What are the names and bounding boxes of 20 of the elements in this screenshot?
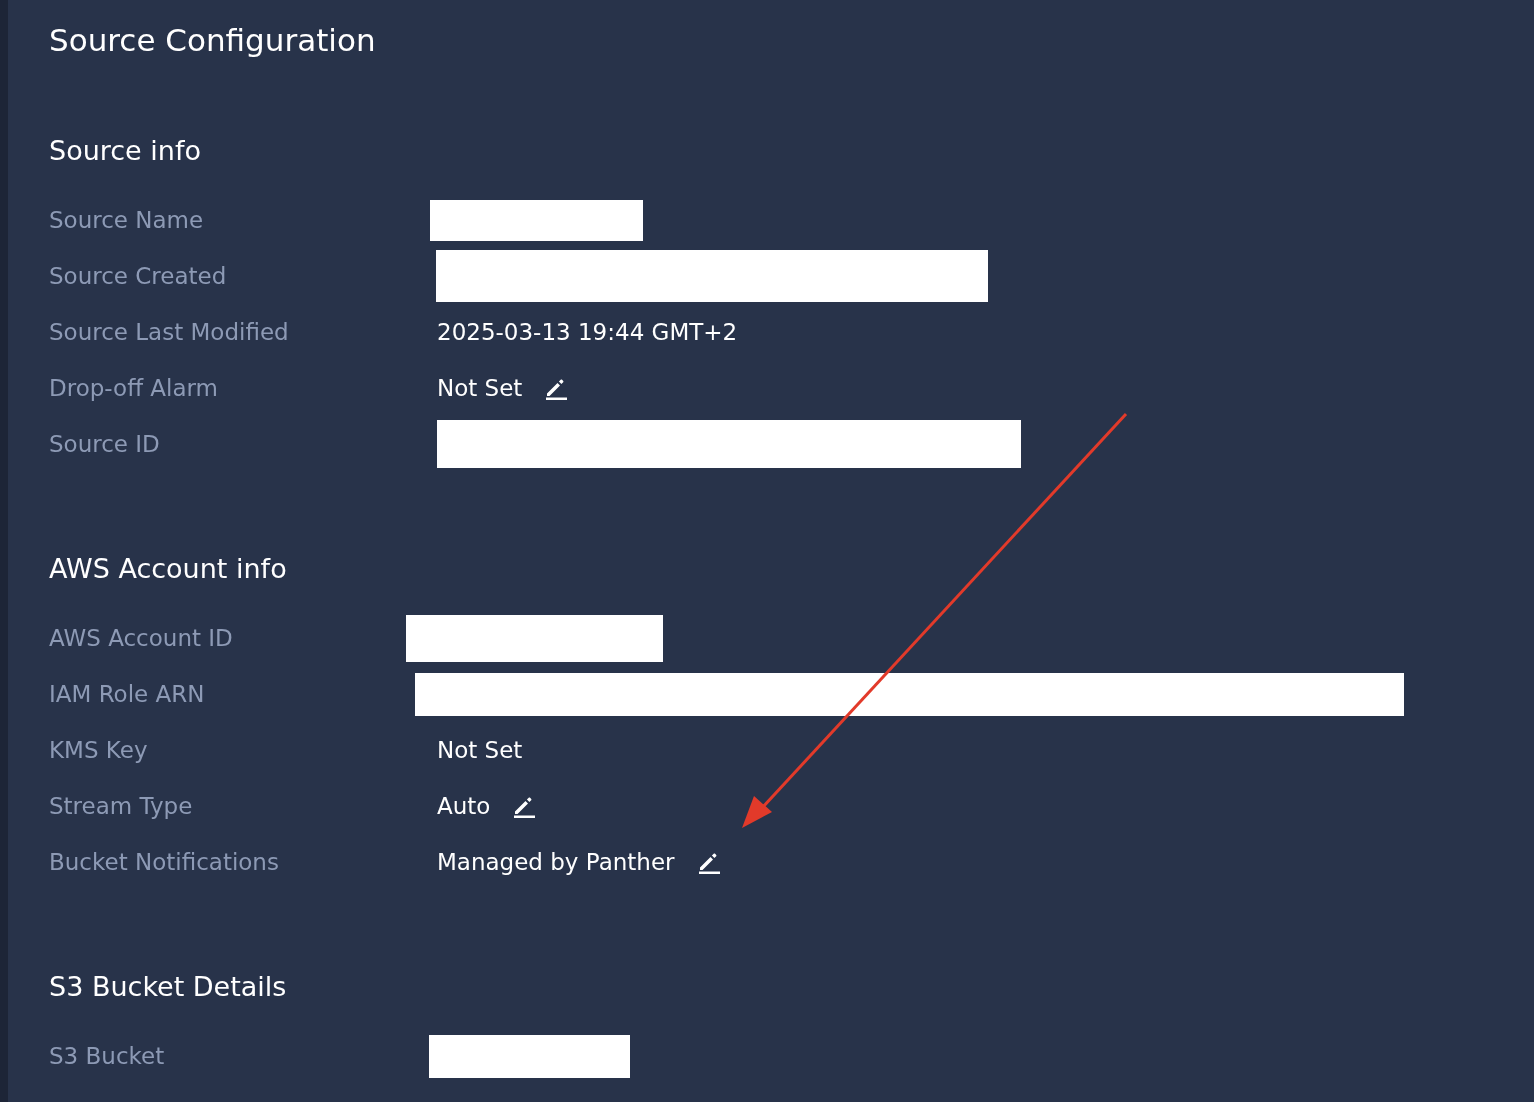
field-value: 2025-03-13 19:44 GMT+2 bbox=[437, 319, 738, 345]
field-value: Not Set bbox=[437, 375, 523, 401]
field-label: Drop-off Alarm bbox=[49, 375, 219, 401]
field-label: IAM Role ARN bbox=[49, 681, 206, 707]
page-title: Source Configuration bbox=[49, 21, 377, 60]
field-label: Stream Type bbox=[49, 793, 194, 819]
field-label: Source Created bbox=[49, 263, 228, 289]
section-heading: AWS Account info bbox=[49, 552, 288, 586]
field-label: KMS Key bbox=[49, 737, 149, 763]
field-label: S3 Bucket bbox=[49, 1043, 166, 1069]
field-value: Managed by Panther bbox=[437, 849, 675, 875]
field-value: Not Set bbox=[437, 737, 523, 763]
field-value: Auto bbox=[437, 793, 491, 819]
section-heading: S3 Bucket Details bbox=[49, 970, 288, 1004]
field-label: AWS Account ID bbox=[49, 625, 234, 651]
section-heading: Source info bbox=[49, 134, 202, 168]
field-label: Source ID bbox=[49, 431, 161, 457]
field-label: Source Last Modified bbox=[49, 319, 290, 345]
field-label: Source Name bbox=[49, 207, 205, 233]
field-label: Bucket Notifications bbox=[49, 849, 280, 875]
